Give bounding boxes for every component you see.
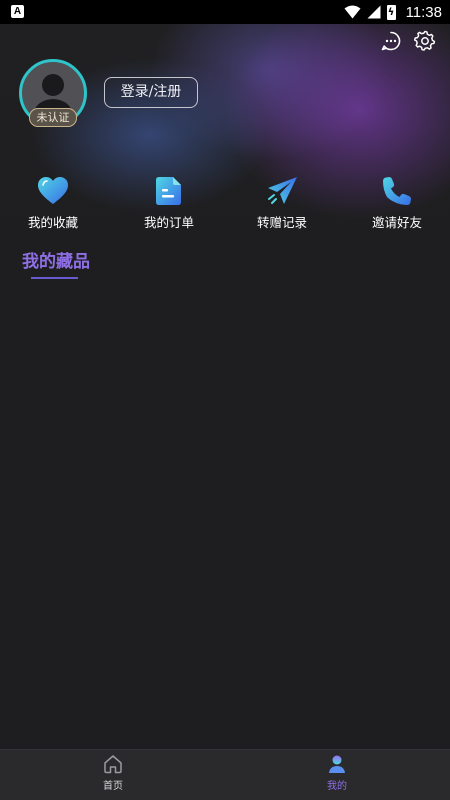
phone-icon (383, 177, 411, 205)
document-icon (156, 177, 181, 205)
quick-action-favorites[interactable]: 我的收藏 (8, 176, 98, 231)
paper-plane-icon (268, 177, 297, 204)
login-register-button[interactable]: 登录/注册 (104, 77, 198, 108)
verification-badge: 未认证 (29, 108, 77, 127)
status-time: 11:38 (405, 3, 442, 21)
bottom-navigation: 首页 我的 (0, 749, 450, 800)
heart-icon (38, 177, 68, 204)
chat-bubble-icon[interactable] (380, 30, 402, 52)
status-indicators: ϟ 11:38 (344, 0, 442, 24)
nav-label: 我的 (327, 781, 347, 792)
header-actions (380, 30, 436, 52)
profile-screen: A ϟ 11:38 未认证 登录/注册 我的收藏 我的订单 转赠记录 邀请好友 … (0, 0, 450, 800)
collection-tab-indicator (31, 277, 78, 279)
quick-action-orders[interactable]: 我的订单 (124, 176, 214, 231)
nav-item-home[interactable]: 首页 (53, 750, 173, 800)
quick-action-label: 我的订单 (143, 215, 194, 230)
battery-icon: ϟ (386, 4, 396, 20)
signal-icon (367, 5, 381, 19)
nav-label: 首页 (103, 781, 123, 792)
quick-action-label: 我的收藏 (27, 215, 78, 230)
quick-action-transfers[interactable]: 转赠记录 (237, 176, 327, 231)
quick-actions: 我的收藏 我的订单 转赠记录 邀请好友 (0, 176, 450, 236)
quick-action-label: 转赠记录 (256, 215, 307, 230)
status-bar: A ϟ 11:38 (0, 0, 450, 24)
gear-icon[interactable] (414, 30, 436, 52)
wifi-icon (344, 5, 361, 19)
notification-icon: A (11, 5, 24, 18)
quick-action-label: 邀请好友 (371, 215, 422, 230)
nav-item-mine[interactable]: 我的 (277, 750, 397, 800)
user-icon (329, 755, 345, 773)
avatar-container[interactable]: 未认证 (19, 59, 87, 127)
collection-tab[interactable]: 我的藏品 (22, 247, 90, 272)
home-icon (104, 755, 122, 774)
quick-action-invite[interactable]: 邀请好友 (352, 176, 442, 231)
